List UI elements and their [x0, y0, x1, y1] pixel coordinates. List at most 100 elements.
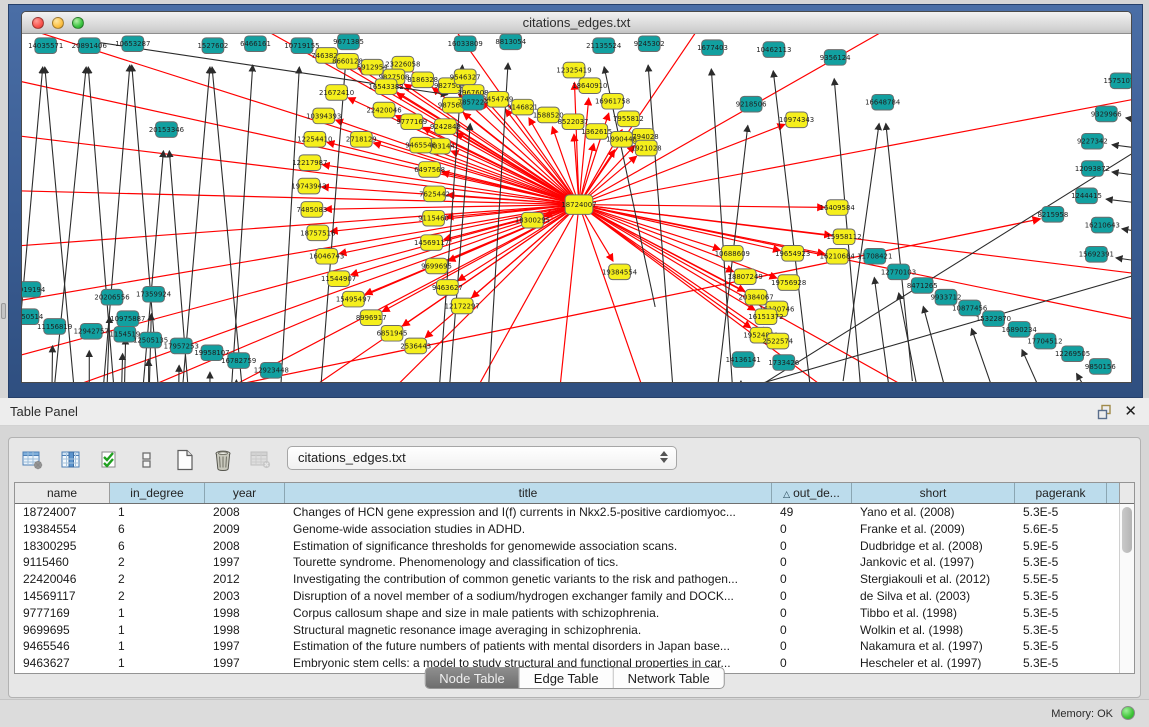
- table-row[interactable]: 969969511998Structural magnetic resonanc…: [15, 622, 1134, 639]
- graph-node-selected[interactable]: 19743943: [291, 178, 326, 194]
- graph-node-selected[interactable]: 12217987: [292, 155, 327, 171]
- graph-node-selected[interactable]: 16046743: [309, 248, 344, 264]
- graph-node[interactable]: 16890234: [1002, 322, 1037, 338]
- column-header-name[interactable]: name: [15, 483, 110, 503]
- graph-node[interactable]: 15751074: [1104, 73, 1131, 89]
- graph-node[interactable]: 15692391: [1079, 247, 1114, 263]
- citation-network-graph[interactable]: 7463822866012859129542322605898275081654…: [22, 34, 1131, 382]
- graph-node[interactable]: 1677403: [697, 40, 728, 56]
- graph-node[interactable]: 1733426: [768, 355, 799, 371]
- graph-node[interactable]: 8813054: [495, 34, 526, 50]
- edge[interactable]: [579, 92, 1131, 204]
- graph-node-selected[interactable]: 19654923: [775, 246, 810, 262]
- table-row[interactable]: 1830029562008Estimation of significance …: [15, 538, 1134, 555]
- edge[interactable]: [22, 67, 43, 382]
- graph-node[interactable]: 3919194: [22, 282, 45, 298]
- edge[interactable]: [579, 205, 824, 208]
- edge[interactable]: [972, 329, 1002, 382]
- graph-node-selected[interactable]: 6497568: [414, 162, 445, 178]
- graph-node-selected[interactable]: 9463627: [432, 280, 463, 296]
- edge[interactable]: [740, 381, 741, 382]
- memory-status-indicator[interactable]: [1121, 706, 1135, 720]
- table-row[interactable]: 911546021997Tourette syndrome. Phenomeno…: [15, 554, 1134, 571]
- edge[interactable]: [180, 67, 210, 382]
- edge[interactable]: [1126, 118, 1131, 124]
- graph-node-selected[interactable]: 9546327: [450, 69, 481, 85]
- table-row[interactable]: 1938455462009Genome-wide association stu…: [15, 521, 1134, 538]
- edge[interactable]: [579, 205, 720, 250]
- graph-node-selected[interactable]: 18640910: [572, 78, 607, 94]
- graph-node-selected[interactable]: 19384554: [602, 264, 637, 280]
- edge[interactable]: [236, 380, 237, 382]
- table-row[interactable]: 1872400712008Changes of HCN gene express…: [15, 504, 1134, 521]
- graph-node-selected[interactable]: 16409584: [820, 200, 855, 216]
- close-icon[interactable]: ✕: [1124, 402, 1137, 420]
- graph-node[interactable]: 9245302: [634, 36, 665, 52]
- delete-trash-icon[interactable]: [209, 447, 237, 473]
- graph-node-selected[interactable]: 12172297: [445, 298, 480, 314]
- graph-node[interactable]: 10462113: [756, 42, 791, 58]
- graph-node[interactable]: 16648784: [865, 94, 900, 110]
- edge[interactable]: [45, 67, 77, 382]
- graph-node-selected[interactable]: 9465546: [405, 137, 436, 153]
- edge[interactable]: [874, 278, 892, 382]
- edge[interactable]: [279, 67, 299, 382]
- table-row[interactable]: 946554611997Estimation of the future num…: [15, 638, 1134, 655]
- graph-node[interactable]: 9218506: [736, 96, 767, 112]
- graph-node[interactable]: 1527602: [198, 38, 229, 54]
- edge[interactable]: [1122, 229, 1131, 235]
- column-header-in-degree[interactable]: in_degree: [110, 483, 205, 503]
- graph-node[interactable]: 12923448: [254, 363, 289, 379]
- graph-node[interactable]: 1244415: [1071, 188, 1102, 204]
- edge[interactable]: [556, 205, 579, 382]
- edge[interactable]: [579, 34, 715, 205]
- zoom-light-icon[interactable]: [72, 17, 84, 29]
- float-window-icon[interactable]: [1097, 404, 1113, 420]
- graph-node-selected[interactable]: 2536443: [400, 338, 431, 354]
- edge[interactable]: [1116, 258, 1131, 264]
- edge[interactable]: [1022, 350, 1051, 382]
- row-height-icon[interactable]: [133, 447, 161, 473]
- graph-node[interactable]: 21135524: [586, 38, 621, 54]
- graph-node-selected[interactable]: 2522574: [762, 333, 793, 349]
- left-panel-collapse-handle[interactable]: [1, 303, 6, 319]
- graph-node[interactable]: 7857224: [458, 94, 489, 110]
- graph-node-selected[interactable]: 12325419: [556, 62, 591, 78]
- graph-node[interactable]: 9933712: [931, 289, 962, 305]
- graph-node[interactable]: 9671385: [333, 34, 364, 50]
- graph-node[interactable]: 9227342: [1077, 133, 1108, 149]
- graph-node-selected[interactable]: 19756928: [771, 275, 806, 291]
- edge[interactable]: [52, 346, 53, 382]
- edge[interactable]: [711, 69, 734, 382]
- graph-node[interactable]: 12093872: [1075, 161, 1110, 177]
- minimize-light-icon[interactable]: [52, 17, 64, 29]
- select-column-icon[interactable]: [57, 447, 85, 473]
- graph-node-selected[interactable]: 16961758: [595, 93, 630, 109]
- edge[interactable]: [358, 205, 579, 382]
- graph-node-selected[interactable]: 6851945: [377, 325, 408, 341]
- graph-node[interactable]: 6466161: [240, 36, 271, 52]
- graph-node[interactable]: 20153346: [149, 122, 184, 138]
- edge[interactable]: [1112, 172, 1131, 178]
- tab-network-table[interactable]: Network Table: [614, 668, 724, 688]
- graph-node-selected[interactable]: 7625442: [419, 186, 450, 202]
- graph-node[interactable]: 20891406: [72, 38, 107, 54]
- graph-node[interactable]: 14035571: [28, 38, 63, 54]
- edge[interactable]: [1077, 374, 1101, 382]
- edge[interactable]: [655, 271, 1131, 382]
- table-selector-dropdown[interactable]: citations_edges.txt: [287, 446, 677, 470]
- graph-node-selected[interactable]: 9115460: [418, 210, 449, 226]
- table-row[interactable]: 2242004622012Investigating the contribut…: [15, 571, 1134, 588]
- graph-node-selected[interactable]: 18724007: [561, 195, 596, 214]
- graph-node-selected[interactable]: 9699695: [421, 258, 452, 274]
- graph-node-selected[interactable]: 9777169: [396, 114, 427, 130]
- graph-node-selected[interactable]: 10974343: [779, 112, 814, 128]
- edge[interactable]: [579, 205, 1131, 327]
- edge[interactable]: [124, 338, 126, 382]
- graph-node[interactable]: 10877456: [952, 300, 987, 316]
- tab-node-table[interactable]: Node Table: [425, 668, 520, 688]
- graph-node-selected[interactable]: 7485083: [296, 202, 327, 218]
- edge[interactable]: [1106, 199, 1131, 205]
- network-canvas[interactable]: 7463822866012859129542322605898275081654…: [22, 34, 1131, 382]
- graph-node[interactable]: 9329966: [1091, 106, 1122, 122]
